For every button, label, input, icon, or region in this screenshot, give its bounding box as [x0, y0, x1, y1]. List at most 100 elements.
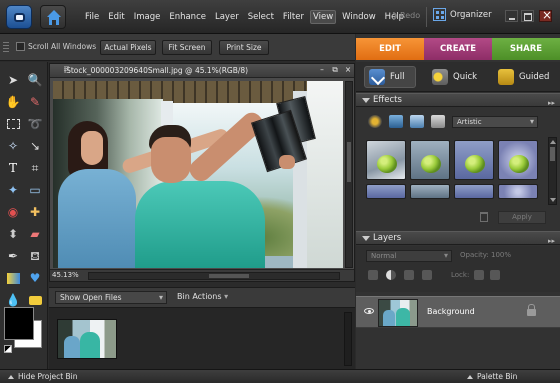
app-logo-icon[interactable]: [6, 5, 32, 29]
actual-pixels-button[interactable]: Actual Pixels: [100, 40, 156, 55]
effect-thumbnail[interactable]: [410, 184, 450, 199]
menu-layer[interactable]: Layer: [212, 10, 242, 24]
lock-transparent-icon[interactable]: [474, 270, 484, 280]
effects-panel-header[interactable]: Effects ▸▸: [356, 93, 560, 107]
photo-effects-icon[interactable]: [410, 115, 424, 128]
brush-tool-icon[interactable]: ✒: [4, 248, 22, 264]
panel-menu-icon[interactable]: ▸▸: [548, 97, 555, 110]
tab-share[interactable]: SHARE: [492, 38, 560, 60]
doc-close-icon[interactable]: ×: [344, 66, 352, 74]
collapse-triangle-icon[interactable]: [362, 98, 370, 103]
trash-icon[interactable]: [480, 212, 488, 222]
grip-handle[interactable]: [3, 42, 9, 52]
effects-scrollbar[interactable]: [548, 137, 557, 205]
red-eye-tool-icon[interactable]: ◉: [4, 204, 22, 220]
effect-thumbnail[interactable]: [454, 140, 494, 180]
eyedropper-tool-icon[interactable]: ✎: [26, 94, 44, 110]
adjustment-layer-icon[interactable]: [386, 270, 396, 280]
menu-edit[interactable]: Edit: [105, 10, 127, 24]
layer-styles-icon[interactable]: [389, 115, 403, 128]
redo-button[interactable]: Redo: [387, 9, 421, 22]
scroll-all-windows-option[interactable]: Scroll All Windows: [16, 42, 96, 51]
apply-button[interactable]: Apply: [498, 211, 546, 224]
lock-all-icon[interactable]: [490, 270, 500, 280]
opacity-control[interactable]: Opacity: 100%: [460, 251, 511, 259]
redo-label: Redo: [400, 11, 421, 20]
paint-bucket-tool-icon[interactable]: ⛾: [26, 248, 44, 264]
minimize-button[interactable]: [505, 10, 518, 22]
image-canvas[interactable]: [53, 81, 343, 268]
tab-full-edit[interactable]: Full: [364, 66, 416, 88]
doc-restore-icon[interactable]: ⧉: [331, 66, 339, 74]
project-bin: [49, 307, 355, 369]
default-colors-icon[interactable]: [4, 345, 12, 353]
tab-create[interactable]: CREATE: [424, 38, 492, 60]
link-layers-icon[interactable]: [404, 270, 414, 280]
maximize-button[interactable]: [521, 10, 534, 22]
effect-thumbnail[interactable]: [366, 140, 406, 180]
move-tool-icon[interactable]: ➤: [4, 72, 22, 88]
blur-tool-icon[interactable]: 💧: [4, 292, 22, 308]
menu-view[interactable]: View: [309, 10, 337, 24]
menu-enhance[interactable]: Enhance: [166, 10, 209, 24]
delete-layer-icon[interactable]: [422, 270, 432, 280]
visibility-eye-icon[interactable]: [364, 308, 374, 314]
effect-thumbnail[interactable]: [366, 184, 406, 199]
effect-thumbnail[interactable]: [498, 184, 538, 199]
show-all-icon[interactable]: [431, 115, 445, 128]
effect-thumbnail[interactable]: [498, 140, 538, 180]
print-size-button[interactable]: Print Size: [219, 40, 269, 55]
document-title-bar[interactable]: iStock_000003209640Small.jpg @ 45.1%(RGB…: [50, 64, 354, 78]
foreground-color-swatch[interactable]: [4, 307, 34, 340]
zoom-level[interactable]: 45.13%: [52, 271, 79, 279]
menu-file[interactable]: File: [82, 10, 102, 24]
menu-window[interactable]: Window: [339, 10, 379, 24]
cookie-cutter-tool-icon[interactable]: ✦: [4, 182, 22, 198]
recompose-tool-icon[interactable]: ▭: [26, 182, 44, 198]
tab-quick-fix[interactable]: Quick: [428, 66, 488, 88]
scroll-all-checkbox[interactable]: [16, 42, 25, 51]
full-edit-label: Full: [390, 72, 405, 82]
hide-project-bin-button[interactable]: Hide Project Bin: [8, 372, 78, 381]
layer-row[interactable]: Background: [356, 296, 560, 328]
selection-brush-tool-icon[interactable]: ↘: [26, 138, 44, 154]
new-layer-icon[interactable]: [368, 270, 378, 280]
menu-image[interactable]: Image: [131, 10, 164, 24]
blend-mode-select[interactable]: Normal: [366, 250, 452, 262]
effects-category-select[interactable]: Artistic: [452, 116, 538, 128]
lasso-tool-icon[interactable]: ➰: [26, 116, 44, 132]
gradient-tool-icon[interactable]: [4, 270, 22, 286]
menu-select[interactable]: Select: [245, 10, 277, 24]
doc-minimize-icon[interactable]: –: [318, 66, 326, 74]
filters-icon[interactable]: [368, 115, 382, 128]
clone-stamp-tool-icon[interactable]: ⬍: [4, 226, 22, 242]
sponge-tool-icon[interactable]: [26, 292, 44, 308]
bin-actions-menu[interactable]: Bin Actions ▾: [177, 292, 228, 301]
eraser-tool-icon[interactable]: ▰: [26, 226, 44, 242]
fit-screen-button[interactable]: Fit Screen: [162, 40, 212, 55]
show-files-select[interactable]: Show Open Files: [55, 291, 167, 304]
canvas-horizontal-scrollbar[interactable]: [88, 272, 340, 280]
collapse-triangle-icon[interactable]: [362, 236, 370, 241]
tab-guided[interactable]: Guided: [494, 66, 558, 88]
palette-bin-button[interactable]: Palette Bin: [467, 372, 517, 381]
close-button[interactable]: [539, 8, 552, 22]
canvas-vertical-scrollbar[interactable]: [345, 81, 353, 268]
type-tool-icon[interactable]: T: [4, 160, 22, 176]
effect-thumbnail[interactable]: [410, 140, 450, 180]
bin-scrollbar[interactable]: [344, 312, 352, 366]
marquee-tool-icon[interactable]: [4, 116, 22, 132]
effect-thumbnail[interactable]: [454, 184, 494, 199]
magic-wand-tool-icon[interactable]: ✧: [4, 138, 22, 154]
tab-edit[interactable]: EDIT: [356, 38, 424, 60]
home-icon[interactable]: [40, 5, 66, 29]
healing-brush-tool-icon[interactable]: ✚: [26, 204, 44, 220]
zoom-tool-icon[interactable]: 🔍: [26, 72, 44, 88]
organizer-button[interactable]: Organizer: [433, 8, 492, 21]
crop-tool-icon[interactable]: ⌗: [26, 160, 44, 176]
hand-tool-icon[interactable]: ✋: [4, 94, 22, 110]
layers-panel-header[interactable]: Layers ▸▸: [356, 231, 560, 245]
bin-thumbnail[interactable]: [57, 319, 117, 359]
menu-filter[interactable]: Filter: [280, 10, 307, 24]
shape-tool-icon[interactable]: ♥: [26, 270, 44, 286]
